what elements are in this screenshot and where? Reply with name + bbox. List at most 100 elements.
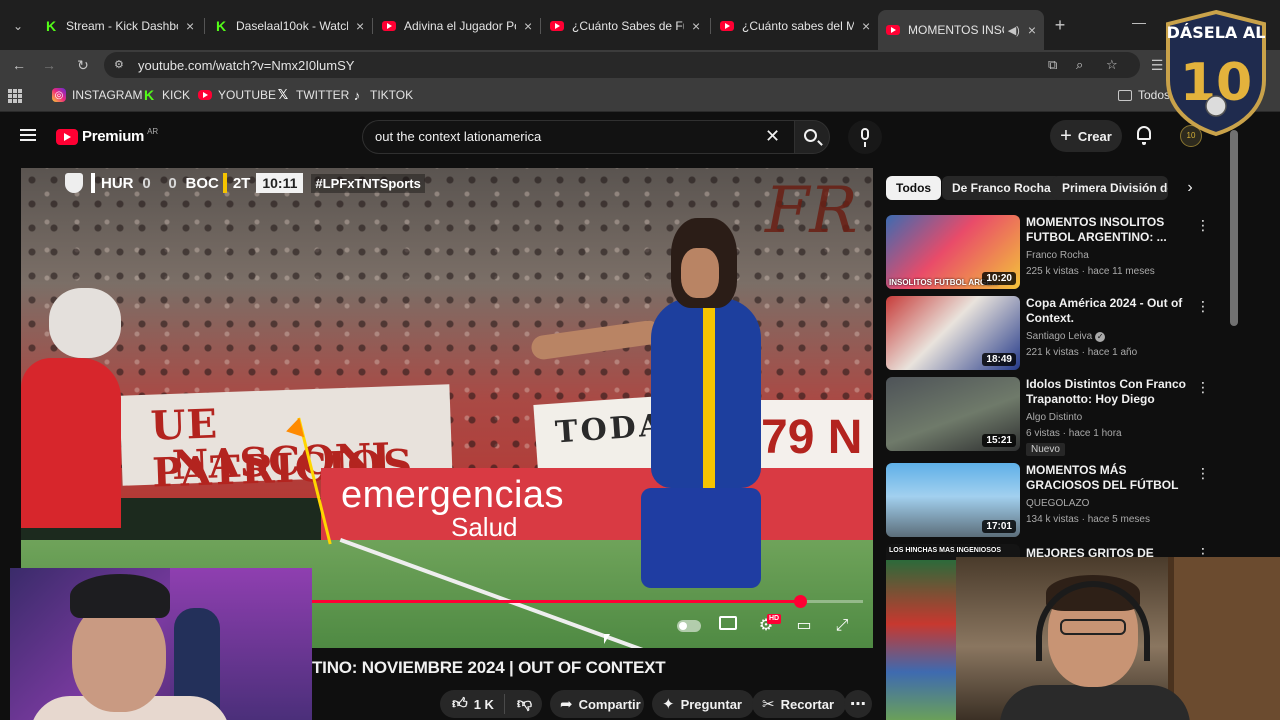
speaker-icon[interactable]: ◀): [1008, 24, 1020, 37]
youtube-icon: [550, 21, 564, 31]
banner-text: 79 N: [761, 411, 863, 464]
recommended-video[interactable]: 17:01 MOMENTOS MÁS GRACIOSOS DEL FÚTBOL …: [886, 463, 1226, 539]
video-thumbnail[interactable]: INSOLITOS FUTBOL ARGE... 10:20: [886, 215, 1020, 289]
theater-mode-icon[interactable]: ▭: [791, 614, 817, 638]
thumbs-down-icon: 👎︎: [516, 695, 533, 712]
more-vert-icon[interactable]: ⋮: [1196, 465, 1210, 482]
verified-icon: ✓: [1095, 332, 1106, 342]
more-vert-icon[interactable]: ⋮: [1196, 298, 1210, 315]
zoom-icon[interactable]: ⌕: [1076, 57, 1083, 73]
url-text[interactable]: youtube.com/watch?v=Nmx2I0lumSY: [138, 58, 354, 73]
clear-search-icon[interactable]: ✕: [765, 126, 780, 147]
video-duration: 10:20: [982, 272, 1016, 285]
apps-grid-icon[interactable]: [8, 89, 22, 103]
like-dislike-group: 👍︎ 1 K 👎︎: [440, 690, 542, 718]
page-scrollbar[interactable]: [1230, 130, 1238, 326]
close-icon[interactable]: ×: [524, 18, 532, 34]
browser-tab[interactable]: K Stream - Kick Dashboard ×: [36, 12, 202, 40]
more-actions-button[interactable]: ⋯: [844, 690, 872, 718]
recommended-video[interactable]: 18:49 Copa América 2024 - Out of Context…: [886, 296, 1226, 372]
browser-tab[interactable]: ¿Cuánto Sabes de Fútbol ×: [542, 12, 708, 40]
logo-line1: DÁSELA AL: [1167, 23, 1266, 42]
progress-bar[interactable]: [311, 595, 863, 608]
thumbs-up-icon: 👍︎: [452, 695, 468, 712]
browser-tab[interactable]: ¿Cuánto sabes del Mundial ×: [712, 12, 878, 40]
new-tab-button[interactable]: +: [1050, 14, 1070, 36]
league-shield-icon: [65, 173, 83, 193]
bookmark-instagram[interactable]: ◎ INSTAGRAM: [52, 88, 142, 102]
menu-icon[interactable]: [20, 129, 36, 141]
dislike-button[interactable]: 👎︎: [505, 695, 532, 713]
bookmark-twitter[interactable]: 𝕏 TWITTER: [276, 87, 350, 102]
youtube-logo[interactable]: Premium AR: [56, 127, 158, 145]
video-title[interactable]: Copa América 2024 - Out of Context.: [1026, 296, 1196, 326]
close-icon[interactable]: ×: [356, 18, 364, 34]
chevron-right-icon[interactable]: ›: [1180, 178, 1200, 198]
chip-league[interactable]: Primera División de: [1052, 176, 1168, 200]
video-title[interactable]: MOMENTOS MÁS GRACIOSOS DEL FÚTBOL ARGENT…: [1026, 463, 1196, 493]
clip-button[interactable]: ✂ Recortar: [752, 690, 847, 718]
video-title[interactable]: MOMENTOS INSOLITOS FUTBOL ARGENTINO: ...: [1026, 215, 1196, 245]
notifications-button[interactable]: [1134, 125, 1154, 145]
close-icon[interactable]: ×: [186, 18, 194, 34]
browser-tab[interactable]: Adivina el Jugador Por ×: [374, 12, 540, 40]
browser-tab-active[interactable]: MOMENTOS INSOLITOS ◀) ×: [878, 10, 1044, 50]
tiktok-icon: ♪: [353, 87, 361, 103]
site-info-icon[interactable]: ⚙: [114, 58, 128, 72]
chip-channel[interactable]: De Franco Rocha: [942, 176, 1061, 200]
ask-button[interactable]: ✦ Preguntar: [652, 690, 754, 718]
recommended-video[interactable]: INSOLITOS FUTBOL ARGE... 10:20 MOMENTOS …: [886, 215, 1226, 291]
webcam-right: [956, 557, 1280, 720]
video-duration: 18:49: [982, 353, 1016, 366]
video-thumbnail[interactable]: 17:01: [886, 463, 1020, 537]
like-button[interactable]: 👍︎ 1 K: [440, 694, 505, 714]
progress-scrubber[interactable]: [793, 595, 807, 608]
bookmark-kick[interactable]: K KICK: [142, 87, 190, 103]
create-button[interactable]: + Crear: [1050, 120, 1122, 152]
reload-icon[interactable]: ↻: [72, 54, 94, 76]
sparkle-icon: ✦: [662, 696, 675, 713]
tab-label: MOMENTOS INSOLITOS: [908, 23, 1004, 37]
video-thumbnail[interactable]: 15:21: [886, 377, 1020, 451]
video-title[interactable]: Idolos Distintos Con Franco Trapanotto: …: [1026, 377, 1196, 407]
search-button[interactable]: [794, 120, 830, 154]
back-icon[interactable]: ←: [8, 54, 30, 76]
browser-tab[interactable]: K Daselaal10ok - Watch ×: [206, 12, 372, 40]
chip-all[interactable]: Todos: [886, 176, 942, 200]
omnibox[interactable]: ⚙ youtube.com/watch?v=Nmx2I0lumSY ⧉ ⌕ ☆: [104, 52, 1140, 78]
webcam-left: [10, 568, 312, 720]
more-vert-icon[interactable]: ⋮: [1196, 217, 1210, 234]
recommended-video[interactable]: 15:21 Idolos Distintos Con Franco Trapan…: [886, 377, 1226, 456]
voice-search-button[interactable]: [848, 120, 882, 154]
ad-board: emergencias Salud: [321, 468, 873, 546]
install-app-icon[interactable]: ⧉: [1048, 57, 1057, 73]
bookmark-star-icon[interactable]: ☆: [1106, 57, 1118, 73]
player-boca: [529, 218, 771, 648]
share-button[interactable]: ➦ Compartir: [550, 690, 644, 718]
thumbnail-caption: LOS HINCHAS MAS INGENIOSOS: [889, 547, 1002, 554]
search-input[interactable]: out the context lationamerica ✕: [362, 120, 794, 154]
more-vert-icon[interactable]: ⋮: [1196, 379, 1210, 396]
channel-name[interactable]: QUEGOLAZO: [1026, 498, 1089, 509]
channel-name[interactable]: Franco Rocha: [1026, 250, 1089, 261]
youtube-icon: [56, 128, 78, 145]
forward-icon[interactable]: →: [38, 54, 60, 76]
search-icon: [804, 129, 817, 142]
video-meta: 221 k vistas · hace 1 año: [1026, 347, 1138, 358]
settings-gear-icon[interactable]: ⚙ HD: [753, 614, 782, 638]
subtitles-icon[interactable]: [715, 614, 741, 638]
channel-row[interactable]: Santiago Leiva ✓: [1026, 331, 1106, 342]
close-icon[interactable]: ×: [692, 18, 700, 34]
video-thumbnail[interactable]: 18:49: [886, 296, 1020, 370]
bookmark-tiktok[interactable]: ♪ TIKTOK: [350, 87, 413, 103]
autoplay-toggle[interactable]: [677, 620, 701, 632]
channel-name[interactable]: Algo Distinto: [1026, 412, 1082, 423]
close-icon[interactable]: ×: [862, 18, 870, 34]
bookmark-youtube[interactable]: YOUTUBE: [198, 88, 276, 102]
tab-search-icon[interactable]: ⌄: [6, 14, 30, 38]
search-query[interactable]: out the context lationamerica: [375, 129, 541, 144]
video-thumbnail[interactable]: [886, 560, 956, 720]
minimize-icon[interactable]: —: [1132, 14, 1146, 30]
close-icon[interactable]: ×: [1028, 22, 1036, 38]
fullscreen-icon[interactable]: ⤢: [829, 614, 855, 638]
